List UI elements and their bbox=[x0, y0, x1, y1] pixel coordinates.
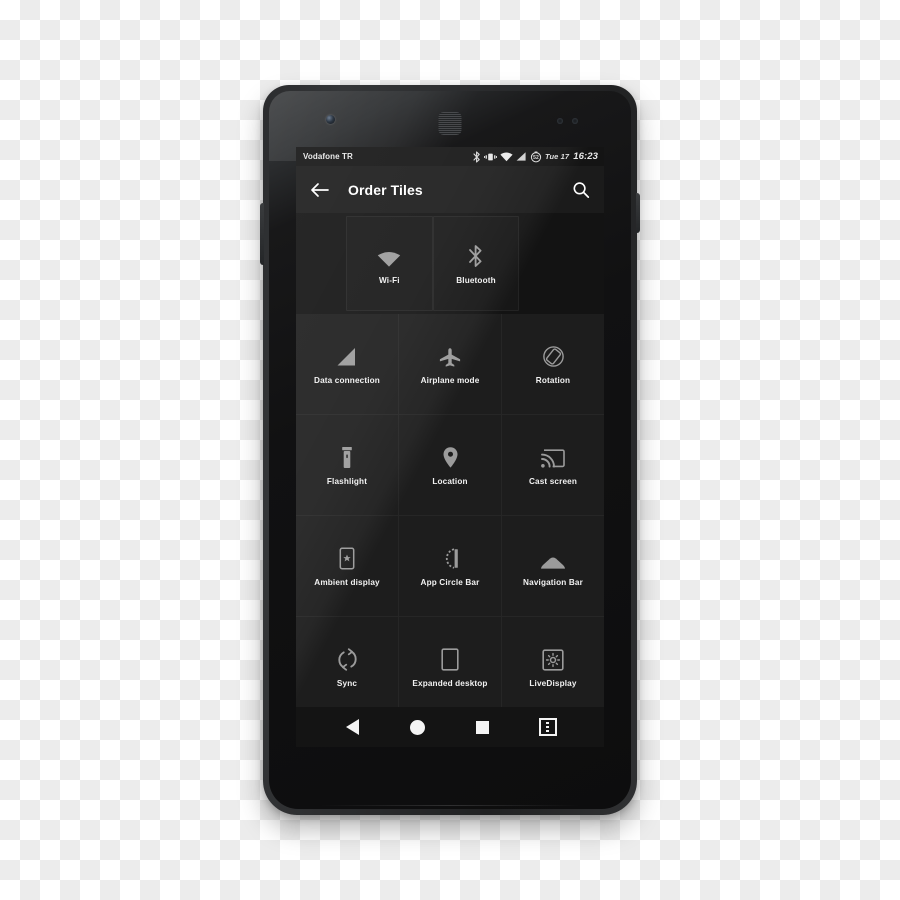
flashlight-icon bbox=[340, 443, 354, 469]
app-circle-bar-icon bbox=[440, 544, 460, 570]
tile-expanded-desktop[interactable]: Expanded desktop bbox=[399, 617, 502, 718]
wifi-icon bbox=[500, 151, 513, 163]
proximity-sensors-icon bbox=[557, 118, 583, 124]
tile-ambient-display[interactable]: Ambient display bbox=[296, 516, 399, 617]
power-button[interactable] bbox=[636, 193, 640, 233]
recents-square-icon bbox=[476, 720, 489, 734]
back-triangle-icon bbox=[346, 719, 359, 735]
tile-row: Sync Expanded desktop LiveDisplay bbox=[296, 617, 604, 718]
menu-dots-icon bbox=[538, 718, 557, 736]
carrier-label: Vodafone TR bbox=[303, 152, 353, 161]
status-icons: 52 Tue 17 16:23 bbox=[473, 150, 598, 163]
tile-data-connection[interactable]: Data connection bbox=[296, 314, 399, 415]
tile-label: LiveDisplay bbox=[529, 679, 577, 689]
phone-device: Vodafone TR 52 Tue 17 16:23 Order Tiles … bbox=[260, 85, 640, 815]
tile-label: Airplane mode bbox=[420, 376, 480, 386]
tile-label: Expanded desktop bbox=[412, 679, 488, 689]
sync-icon bbox=[337, 645, 358, 672]
bottom-bezel-highlight bbox=[319, 805, 581, 806]
phone-front-face: Vodafone TR 52 Tue 17 16:23 Order Tiles … bbox=[269, 91, 631, 809]
signal-bars-icon bbox=[336, 342, 358, 368]
screenshot-stage: Vodafone TR 52 Tue 17 16:23 Order Tiles … bbox=[0, 0, 900, 900]
tile-label: Flashlight bbox=[326, 477, 368, 487]
vibrate-icon bbox=[483, 151, 497, 163]
tile-wifi[interactable]: Wi-Fi bbox=[346, 216, 433, 311]
back-button[interactable] bbox=[338, 712, 368, 742]
tile-label: Bluetooth bbox=[456, 275, 496, 285]
tile-label: Rotation bbox=[535, 376, 571, 386]
phone-screen: Vodafone TR 52 Tue 17 16:23 Order Tiles … bbox=[296, 147, 604, 747]
home-button[interactable] bbox=[403, 712, 433, 742]
battery-icon: 52 bbox=[530, 151, 542, 163]
earpiece-speaker-icon bbox=[438, 112, 462, 135]
ambient-display-icon bbox=[339, 544, 355, 570]
tile-cast-screen[interactable]: Cast screen bbox=[502, 415, 604, 516]
wifi-icon bbox=[377, 242, 401, 268]
location-pin-icon bbox=[442, 443, 459, 469]
tile-label: Wi-Fi bbox=[378, 275, 400, 285]
home-circle-icon bbox=[410, 719, 425, 735]
tile-label: Location bbox=[432, 477, 468, 487]
bluetooth-icon bbox=[468, 242, 484, 268]
bluetooth-icon bbox=[473, 150, 481, 163]
tile-navigation-bar[interactable]: Navigation Bar bbox=[502, 516, 604, 617]
tile-label: Sync bbox=[336, 679, 358, 689]
status-date: Tue 17 bbox=[544, 152, 570, 161]
system-navigation-bar bbox=[296, 707, 604, 747]
tile-row: Data connection Airplane mode Rotation bbox=[296, 314, 604, 415]
tile-flashlight[interactable]: Flashlight bbox=[296, 415, 399, 516]
tile-label: Data connection bbox=[314, 376, 380, 386]
tile-rotation[interactable]: Rotation bbox=[502, 314, 604, 415]
screen-rotation-icon bbox=[542, 342, 565, 368]
signal-icon bbox=[516, 151, 527, 163]
recents-button[interactable] bbox=[468, 712, 498, 742]
cast-screen-icon bbox=[541, 443, 565, 469]
volume-rocker-button[interactable] bbox=[260, 203, 264, 265]
back-arrow-icon[interactable] bbox=[306, 177, 332, 203]
airplane-icon bbox=[438, 342, 462, 368]
menu-button[interactable] bbox=[533, 712, 563, 742]
tile-app-circle-bar[interactable]: App Circle Bar bbox=[399, 516, 502, 617]
tile-airplane-mode[interactable]: Airplane mode bbox=[399, 314, 502, 415]
app-toolbar: Order Tiles bbox=[296, 166, 604, 213]
tile-label: Navigation Bar bbox=[523, 578, 583, 588]
tile-sync[interactable]: Sync bbox=[296, 617, 399, 718]
tile-bluetooth[interactable]: Bluetooth bbox=[432, 216, 520, 311]
navigation-bar-icon bbox=[540, 544, 566, 570]
status-bar: Vodafone TR 52 Tue 17 16:23 bbox=[296, 147, 604, 166]
tile-location[interactable]: Location bbox=[399, 415, 502, 516]
status-clock: 16:23 bbox=[573, 151, 598, 162]
expanded-desktop-icon bbox=[441, 645, 459, 671]
search-icon[interactable] bbox=[568, 177, 594, 203]
tile-row-drag: Wi-Fi Bluetooth bbox=[296, 213, 604, 314]
tile-row: Ambient display App Circle Bar Navigatio… bbox=[296, 516, 604, 617]
tile-label: App Circle Bar bbox=[420, 578, 480, 588]
tile-grid: Wi-Fi Bluetooth Data connection Airplane… bbox=[296, 213, 604, 718]
tile-row: Flashlight Location Cast screen bbox=[296, 415, 604, 516]
page-title: Order Tiles bbox=[348, 181, 423, 198]
svg-text:52: 52 bbox=[533, 155, 539, 161]
front-camera-icon bbox=[326, 115, 335, 124]
tile-livedisplay[interactable]: LiveDisplay bbox=[502, 617, 604, 718]
tile-row-spacer bbox=[519, 213, 604, 314]
livedisplay-icon bbox=[542, 645, 564, 671]
tile-label: Ambient display bbox=[314, 578, 380, 588]
tile-label: Cast screen bbox=[528, 477, 578, 487]
